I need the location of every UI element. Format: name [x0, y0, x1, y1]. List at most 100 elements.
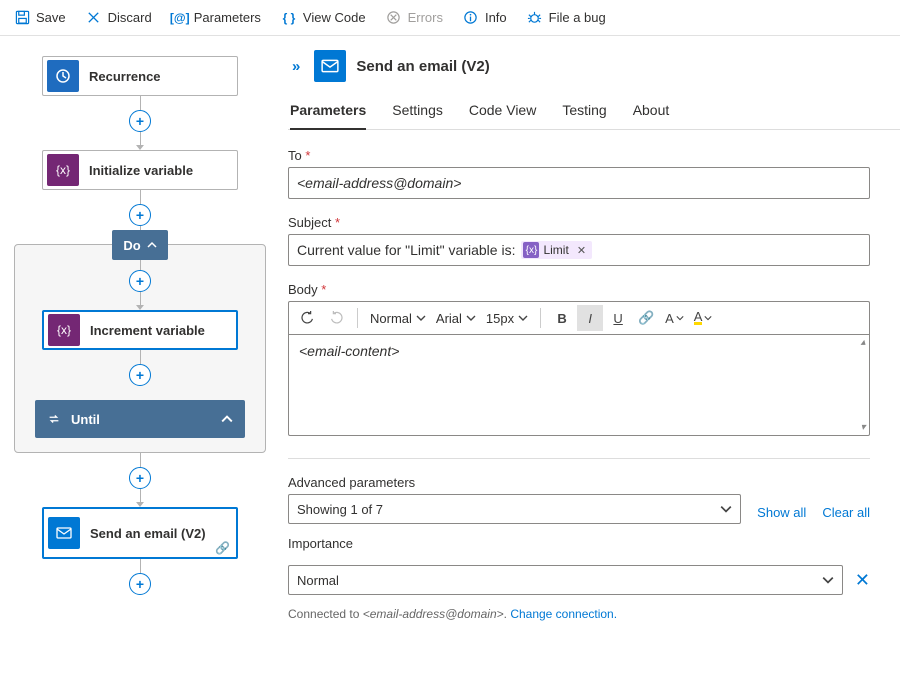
- highlight-button[interactable]: A: [690, 305, 717, 331]
- variable-icon: {x}: [47, 154, 79, 186]
- bold-button[interactable]: B: [549, 305, 575, 331]
- info-label: Info: [485, 10, 507, 25]
- subject-text: Current value for "Limit" variable is:: [297, 242, 515, 258]
- info-button[interactable]: Info: [455, 6, 515, 30]
- change-connection-link[interactable]: Change connection.: [510, 607, 617, 621]
- do-label: Do: [123, 238, 140, 253]
- token-remove-button[interactable]: ✕: [577, 244, 586, 257]
- font-select[interactable]: Arial: [432, 305, 480, 331]
- italic-button[interactable]: I: [577, 305, 603, 331]
- scroll-down-icon[interactable]: ▾: [857, 422, 869, 433]
- command-bar: Save Discard [@] Parameters { } View Cod…: [0, 0, 900, 36]
- outlook-icon: [48, 517, 80, 549]
- parameters-button[interactable]: [@] Parameters: [164, 6, 269, 30]
- action-details-panel: » Send an email (V2) Parameters Settings…: [280, 36, 900, 700]
- tab-parameters[interactable]: Parameters: [290, 96, 366, 130]
- code-icon: { }: [281, 10, 297, 26]
- discard-label: Discard: [108, 10, 152, 25]
- save-icon: [14, 10, 30, 26]
- scroll-up-icon[interactable]: ▴: [857, 337, 869, 348]
- node-increment-variable[interactable]: {x} Increment variable: [42, 310, 238, 350]
- body-editor[interactable]: <email-content> ▴ ▾: [288, 334, 870, 436]
- undo-button[interactable]: [295, 305, 321, 331]
- outlook-icon: [314, 50, 346, 82]
- body-label: Body: [288, 282, 870, 297]
- viewcode-label: View Code: [303, 10, 366, 25]
- add-step-button[interactable]: +: [129, 204, 151, 226]
- token-label: Limit: [543, 243, 568, 257]
- parameters-label: Parameters: [194, 10, 261, 25]
- tab-about[interactable]: About: [633, 96, 670, 129]
- tab-settings[interactable]: Settings: [392, 96, 443, 129]
- errors-icon: [386, 10, 402, 26]
- connection-info: Connected to <email-address@domain>. Cha…: [288, 607, 900, 621]
- add-step-button[interactable]: +: [129, 270, 151, 292]
- until-label: Until: [71, 412, 100, 427]
- advanced-params-select[interactable]: Showing 1 of 7: [288, 494, 741, 524]
- textcolor-button[interactable]: A: [661, 305, 688, 331]
- errors-button: Errors: [378, 6, 451, 30]
- viewcode-button[interactable]: { } View Code: [273, 6, 374, 30]
- rte-toolbar: Normal Arial 15px B I U 🔗 A A: [288, 301, 870, 334]
- style-select[interactable]: Normal: [366, 305, 430, 331]
- link-button[interactable]: 🔗: [633, 305, 659, 331]
- add-step-button[interactable]: +: [129, 467, 151, 489]
- node-sendemail-label: Send an email (V2): [90, 526, 206, 541]
- until-bar[interactable]: Until: [35, 400, 245, 438]
- save-label: Save: [36, 10, 66, 25]
- node-send-email[interactable]: Send an email (V2) 🔗: [42, 507, 238, 559]
- errors-label: Errors: [408, 10, 443, 25]
- chevron-up-icon: [221, 413, 233, 425]
- underline-button[interactable]: U: [605, 305, 631, 331]
- advanced-heading: Advanced parameters: [288, 475, 741, 490]
- tab-testing[interactable]: Testing: [562, 96, 606, 129]
- chevron-down-icon: [720, 503, 732, 515]
- connection-icon: 🔗: [215, 541, 230, 555]
- filebug-button[interactable]: File a bug: [519, 6, 614, 30]
- node-recurrence-label: Recurrence: [89, 69, 161, 84]
- variable-icon: {x}: [523, 242, 539, 258]
- to-input[interactable]: <email-address@domain>: [288, 167, 870, 199]
- panel-tabs: Parameters Settings Code View Testing Ab…: [288, 96, 900, 130]
- clear-all-link[interactable]: Clear all: [822, 505, 870, 524]
- importance-label: Importance: [288, 536, 870, 551]
- subject-input[interactable]: Current value for "Limit" variable is: {…: [288, 234, 870, 266]
- do-header[interactable]: Do: [112, 230, 168, 260]
- chevron-down-icon: [822, 574, 834, 586]
- parameters-icon: [@]: [172, 10, 188, 26]
- to-value: <email-address@domain>: [297, 175, 461, 191]
- until-loop-container: Do + {x} Increment variable + Until: [14, 244, 266, 453]
- designer-canvas: Recurrence + {x} Initialize variable + D…: [0, 36, 280, 700]
- fontsize-select[interactable]: 15px: [482, 305, 532, 331]
- node-initvar-label: Initialize variable: [89, 163, 193, 178]
- discard-icon: [86, 10, 102, 26]
- to-label: To: [288, 148, 870, 163]
- advanced-showing: Showing 1 of 7: [297, 502, 383, 517]
- remove-importance-button[interactable]: ✕: [855, 570, 870, 591]
- chevron-up-icon: [147, 240, 157, 250]
- importance-select[interactable]: Normal: [288, 565, 843, 595]
- node-recurrence[interactable]: Recurrence: [42, 56, 238, 96]
- save-button[interactable]: Save: [6, 6, 74, 30]
- importance-value: Normal: [297, 573, 339, 588]
- panel-title: Send an email (V2): [356, 58, 489, 75]
- node-initialize-variable[interactable]: {x} Initialize variable: [42, 150, 238, 190]
- loop-icon: [47, 412, 61, 426]
- node-increment-label: Increment variable: [90, 323, 205, 338]
- token-limit[interactable]: {x} Limit ✕: [521, 241, 592, 259]
- discard-button[interactable]: Discard: [78, 6, 160, 30]
- recurrence-icon: [47, 60, 79, 92]
- bug-icon: [527, 10, 543, 26]
- subject-label: Subject: [288, 215, 870, 230]
- collapse-panel-button[interactable]: »: [288, 56, 304, 77]
- body-value: <email-content>: [299, 343, 399, 359]
- divider: [288, 458, 870, 459]
- add-step-button[interactable]: +: [129, 364, 151, 386]
- show-all-link[interactable]: Show all: [757, 505, 806, 524]
- add-step-button[interactable]: +: [129, 573, 151, 595]
- redo-button[interactable]: [323, 305, 349, 331]
- tab-codeview[interactable]: Code View: [469, 96, 536, 129]
- variable-icon: {x}: [48, 314, 80, 346]
- info-icon: [463, 10, 479, 26]
- add-step-button[interactable]: +: [129, 110, 151, 132]
